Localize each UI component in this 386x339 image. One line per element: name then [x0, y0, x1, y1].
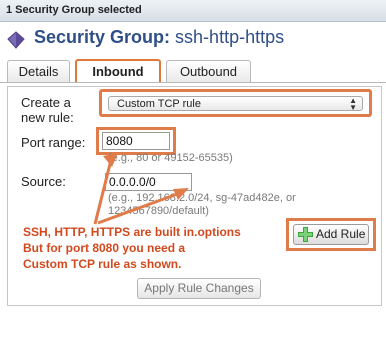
security-group-name: ssh-http-https — [175, 27, 285, 47]
add-rule-highlight: Add Rule — [286, 218, 376, 251]
annotation-line1: SSH, HTTP, HTTPS are built in.options — [23, 225, 241, 239]
source-input[interactable]: 0.0.0.0/0 — [105, 173, 192, 191]
port-range-input[interactable]: 8080 — [102, 132, 170, 150]
selection-bar: 1 Security Group selected — [0, 0, 386, 22]
rule-select-highlight: Custom TCP rule ▲ ▼ — [99, 89, 372, 117]
title-prefix: Security Group: — [34, 27, 171, 47]
annotation-text: SSH, HTTP, HTTPS are built in.options Bu… — [23, 224, 241, 272]
plus-icon — [298, 227, 313, 242]
tab-inbound[interactable]: Inbound — [75, 59, 161, 83]
port-range-highlight: 8080 — [96, 127, 176, 155]
tab-outbound[interactable]: Outbound — [166, 60, 251, 82]
rule-type-select[interactable]: Custom TCP rule ▲ ▼ — [108, 96, 363, 112]
source-hint-line1: (e.g., 192.168.2.0/24, sg-47ad482e, or — [108, 192, 296, 204]
source-hint-line2: 1234567890/default) — [108, 205, 209, 217]
updown-arrows-icon: ▲ ▼ — [349, 96, 357, 112]
tabs-divider — [0, 82, 386, 83]
create-rule-label-line1: Create a — [21, 95, 71, 110]
source-label: Source: — [21, 174, 66, 189]
page-title: Security Group: ssh-http-https — [34, 27, 284, 48]
source-hint: (e.g., 192.168.2.0/24, sg-47ad482e, or 1… — [108, 192, 296, 218]
annotation-line3: Custom TCP rule as shown. — [23, 257, 182, 271]
shield-icon — [7, 31, 25, 49]
selection-count-text: 1 Security Group selected — [6, 4, 142, 16]
annotation-line2: But for port 8080 you need a — [23, 241, 186, 255]
add-rule-button[interactable]: Add Rule — [293, 224, 369, 245]
add-rule-label: Add Rule — [316, 227, 366, 241]
create-rule-label-line2: new rule: — [21, 110, 74, 125]
port-range-hint: (e.g., 80 or 49152-65535) — [108, 152, 233, 164]
tab-details[interactable]: Details — [7, 60, 70, 82]
rule-type-value: Custom TCP rule — [117, 98, 201, 110]
create-rule-label: Create a new rule: — [21, 95, 74, 125]
apply-rule-changes-button[interactable]: Apply Rule Changes — [137, 278, 261, 299]
port-range-label: Port range: — [21, 135, 86, 150]
security-group-header: Security Group: ssh-http-https — [4, 27, 384, 53]
